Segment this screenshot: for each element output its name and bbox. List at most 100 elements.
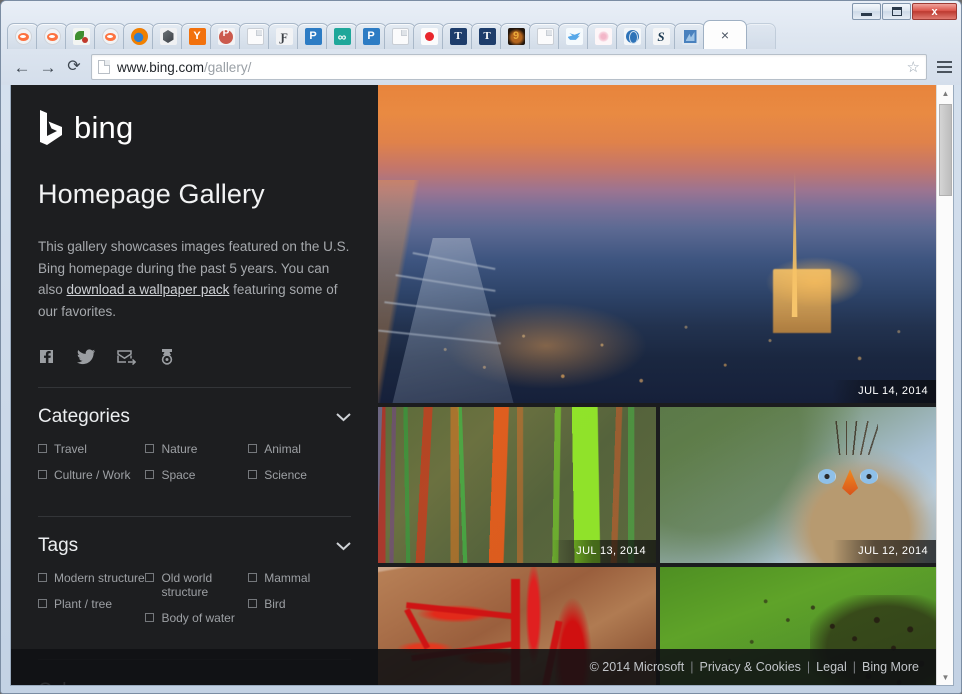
address-bar[interactable]: www.bing.com/gallery/ ☆ (91, 54, 927, 80)
checkbox-icon[interactable] (145, 470, 155, 479)
minimize-icon (861, 13, 872, 16)
tag-label: Bird (264, 597, 286, 611)
category-option[interactable]: Animal (248, 442, 351, 456)
browser-tab[interactable]: P (297, 23, 329, 49)
categories-section-header[interactable]: Categories (38, 406, 351, 428)
browser-tab[interactable] (674, 23, 706, 49)
maximize-button[interactable] (882, 3, 911, 20)
checkbox-icon[interactable] (145, 444, 155, 453)
browser-tab[interactable] (558, 23, 590, 49)
thumbnail-image[interactable]: JUL 12, 2014 (660, 407, 938, 563)
new-tab-button[interactable] (744, 23, 776, 49)
bing-more-link[interactable]: Bing More (862, 660, 919, 674)
browser-tab[interactable] (413, 23, 445, 49)
pinterest-favicon (217, 28, 235, 45)
footer-separator: | (852, 660, 857, 674)
scroll-up-icon[interactable]: ▲ (937, 85, 953, 102)
page-info-icon (98, 60, 110, 74)
close-window-button[interactable]: x (912, 3, 957, 20)
image-date: JUL 13, 2014 (550, 540, 656, 563)
tab-close-icon[interactable]: × (721, 28, 729, 42)
browser-tab[interactable] (210, 23, 242, 49)
checkbox-icon[interactable] (248, 573, 258, 582)
category-option[interactable]: Culture / Work (38, 468, 145, 482)
tag-option[interactable]: Plant / tree (38, 597, 145, 611)
wallpaper-pack-link[interactable]: download a wallpaper pack (67, 282, 230, 297)
page-scrollbar[interactable]: ▲ ▼ (936, 85, 953, 685)
bookmark-star-icon[interactable]: ☆ (901, 58, 920, 76)
checkbox-icon[interactable] (145, 573, 155, 582)
checkbox-icon[interactable] (38, 444, 47, 453)
bing-wordmark: bing (74, 110, 134, 145)
nine-favicon: 9 (507, 28, 525, 45)
scrollbar-thumb[interactable] (939, 104, 952, 196)
tag-option[interactable]: Mammal (248, 571, 351, 585)
browser-tab[interactable] (94, 23, 126, 49)
tag-option[interactable]: Body of water (145, 611, 248, 625)
reload-button[interactable]: ⟳ (61, 54, 87, 80)
menu-line (936, 66, 952, 68)
tag-option[interactable]: Bird (248, 597, 351, 611)
scroll-down-icon[interactable]: ▼ (937, 669, 953, 685)
browser-tab[interactable] (152, 23, 184, 49)
category-label: Travel (54, 442, 87, 456)
checkbox-icon[interactable] (248, 444, 258, 453)
reddit-favicon (43, 28, 61, 45)
reddit-favicon (14, 28, 32, 45)
maximize-icon (891, 7, 902, 16)
page-footer: © 2014 Microsoft | Privacy & Cookies | L… (11, 649, 953, 685)
active-browser-tab[interactable]: × (703, 20, 747, 49)
browser-tab[interactable]: S (645, 23, 677, 49)
back-button[interactable]: ← (9, 54, 35, 80)
blue-image-favicon (681, 28, 699, 45)
browser-tab[interactable]: T (471, 23, 503, 49)
checkbox-icon[interactable] (145, 613, 155, 622)
browser-tab[interactable] (65, 23, 97, 49)
browser-tab[interactable] (529, 23, 561, 49)
twitter-icon[interactable] (77, 348, 95, 365)
browser-tab[interactable] (7, 23, 39, 49)
legal-link[interactable]: Legal (816, 660, 847, 674)
tag-option[interactable]: Old world structure (145, 571, 248, 599)
browser-tab[interactable] (587, 23, 619, 49)
browser-tab[interactable]: Ƒ (268, 23, 300, 49)
tag-option[interactable]: Modern structure (38, 571, 145, 585)
checkbox-icon[interactable] (38, 470, 47, 479)
forward-button[interactable]: → (35, 54, 61, 80)
chevron-down-icon[interactable] (336, 541, 351, 551)
checkbox-icon[interactable] (248, 470, 258, 479)
browser-tab[interactable] (123, 23, 155, 49)
category-option[interactable]: Nature (145, 442, 248, 456)
category-option[interactable]: Travel (38, 442, 145, 456)
browser-tab[interactable]: P (355, 23, 387, 49)
checkbox-icon[interactable] (38, 599, 47, 608)
browser-tab[interactable]: Y (181, 23, 213, 49)
browser-menu-button[interactable] (933, 54, 955, 80)
hero-image-artwork (378, 85, 938, 403)
checkbox-icon[interactable] (248, 599, 258, 608)
chevron-down-icon[interactable] (336, 412, 351, 422)
browser-tab[interactable] (616, 23, 648, 49)
bing-logo[interactable]: bing (38, 109, 351, 147)
facebook-icon[interactable] (38, 348, 55, 365)
categories-title: Categories (38, 406, 130, 427)
privacy-cookies-link[interactable]: Privacy & Cookies (699, 660, 800, 674)
category-option[interactable]: Science (248, 468, 351, 482)
browser-tab[interactable]: 9 (500, 23, 532, 49)
thumbnail-image[interactable]: JUL 13, 2014 (378, 407, 656, 563)
menu-line (936, 71, 952, 73)
category-option[interactable]: Space (145, 468, 248, 482)
pinterest-icon[interactable] (158, 348, 176, 365)
checkbox-icon[interactable] (38, 573, 47, 582)
browser-tab[interactable] (36, 23, 68, 49)
browser-tab[interactable]: ∞ (326, 23, 358, 49)
browser-tab[interactable] (384, 23, 416, 49)
email-icon[interactable] (117, 349, 136, 365)
minimize-button[interactable] (852, 3, 881, 20)
tags-section-header[interactable]: Tags (38, 535, 351, 557)
hero-image[interactable]: JUL 14, 2014 (378, 85, 938, 403)
infinity-favicon: ∞ (333, 28, 351, 45)
browser-tab[interactable] (239, 23, 271, 49)
gallery-sidebar: bing Homepage Gallery This gallery showc… (11, 85, 378, 685)
browser-tab[interactable]: T (442, 23, 474, 49)
